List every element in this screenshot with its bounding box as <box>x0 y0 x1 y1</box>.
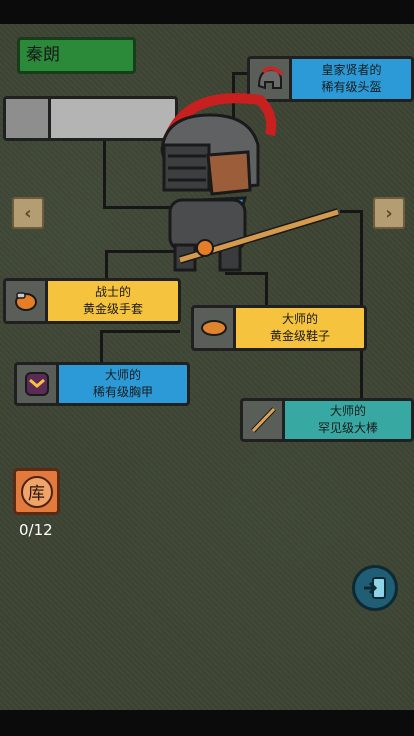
inventory-button[interactable]: 库 <box>13 468 60 515</box>
connector-line <box>100 330 180 333</box>
chest-armor-slot[interactable]: 大师的 稀有级胸甲 <box>14 362 190 406</box>
chest-armor-icon <box>17 365 59 403</box>
gloves-label: 战士的 黄金级手套 <box>48 281 178 321</box>
connector-line <box>103 140 106 208</box>
chest-armor-label: 大师的 稀有级胸甲 <box>59 365 187 403</box>
helmet-label-line1: 皇家贤者的 <box>321 63 382 77</box>
top-bar <box>0 0 414 24</box>
weapon-label-line1: 大师的 <box>329 404 366 418</box>
connector-line <box>105 250 108 280</box>
staff-icon <box>243 401 285 439</box>
gloves-slot[interactable]: 战士的 黄金级手套 <box>3 278 181 324</box>
character-name-plate: 秦朗 <box>17 37 136 74</box>
weapon-label-line2: 罕见级大棒 <box>317 421 378 435</box>
connector-line <box>100 330 103 365</box>
shoes-icon <box>194 308 236 348</box>
inventory-button-label: 库 <box>28 484 45 504</box>
next-character-button[interactable]: › <box>373 197 405 229</box>
shoes-label: 大师的 黄金级鞋子 <box>236 308 364 348</box>
chest-armor-label-line1: 大师的 <box>104 368 141 382</box>
bottom-bar <box>0 710 414 736</box>
chevron-left-icon: ‹ <box>24 202 32 224</box>
weapon-slot[interactable]: 大师的 罕见级大棒 <box>240 398 414 442</box>
weapon-label: 大师的 罕见级大棒 <box>285 401 411 439</box>
shoes-label-line2: 黄金级鞋子 <box>269 329 330 343</box>
exit-icon <box>364 577 386 599</box>
chevron-right-icon: › <box>385 202 393 224</box>
inventory-icon: 库 <box>20 475 53 508</box>
hero-character <box>150 90 350 280</box>
exit-button[interactable] <box>352 565 398 611</box>
gloves-label-line1: 战士的 <box>94 285 131 299</box>
gloves-label-line2: 黄金级手套 <box>82 302 143 316</box>
prev-character-button[interactable]: ‹ <box>12 197 44 229</box>
inventory-count: 0/12 <box>19 521 53 539</box>
shoes-label-line1: 大师的 <box>281 312 318 326</box>
chest-armor-label-line2: 稀有级胸甲 <box>92 385 153 399</box>
empty-slot-icon-box <box>6 99 51 138</box>
gloves-icon <box>6 281 48 321</box>
character-name: 秦朗 <box>26 45 60 65</box>
shoes-slot[interactable]: 大师的 黄金级鞋子 <box>191 305 367 351</box>
